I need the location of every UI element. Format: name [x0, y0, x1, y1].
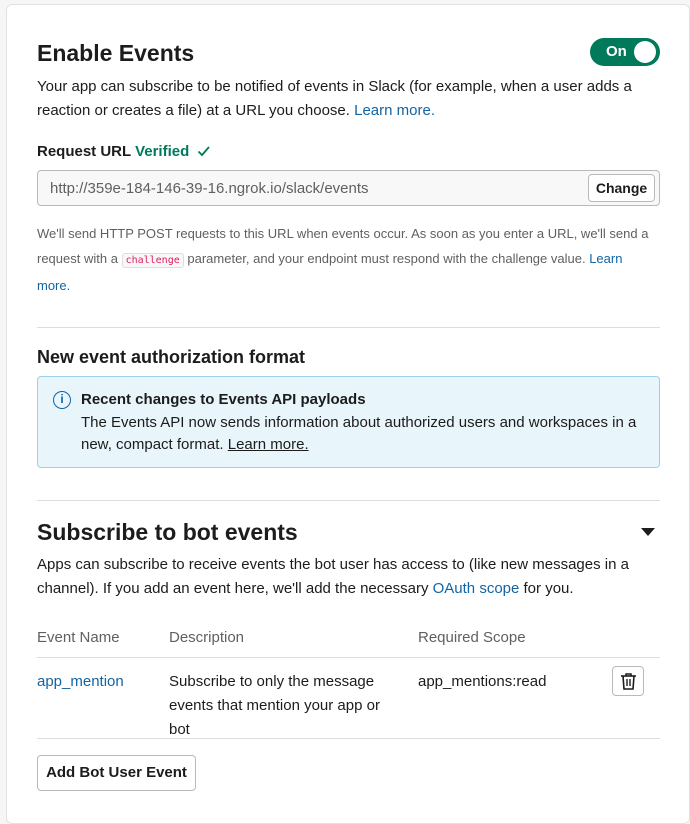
event-name-link[interactable]: app_mention: [37, 670, 124, 694]
divider: [37, 500, 660, 501]
request-url-value: http://359e-184-146-39-16.ngrok.io/slack…: [50, 180, 369, 197]
bot-events-desc-end: for you.: [523, 580, 574, 597]
toggle-knob: [634, 41, 656, 63]
banner-learn-more[interactable]: Learn more.: [228, 436, 309, 453]
toggle-label: On: [606, 43, 627, 60]
auth-format-title: New event authorization format: [37, 347, 306, 367]
banner-text: The Events API now sends information abo…: [81, 412, 641, 456]
oauth-scope-link[interactable]: OAuth scope: [433, 580, 520, 597]
column-header-required-scope: Required Scope: [418, 629, 526, 646]
request-url-label: Request URL: [37, 143, 131, 160]
info-icon: i: [53, 391, 71, 409]
verified-status: Verified: [135, 143, 190, 160]
column-header-event-name: Event Name: [37, 629, 120, 646]
delete-event-button[interactable]: [612, 666, 644, 696]
divider: [37, 327, 660, 328]
bot-events-description: Apps can subscribe to receive events the…: [37, 553, 659, 601]
description-text: Your app can subscribe to be notified of…: [37, 78, 632, 119]
add-bot-user-event-button[interactable]: Add Bot User Event: [37, 755, 196, 791]
bot-events-title: Subscribe to bot events: [37, 519, 298, 545]
event-scope: app_mentions:read: [418, 673, 547, 690]
info-banner: i Recent changes to Events API payloads …: [37, 376, 660, 468]
banner-title: Recent changes to Events API payloads: [81, 391, 366, 408]
request-url-field: http://359e-184-146-39-16.ngrok.io/slack…: [37, 170, 660, 206]
table-divider: [37, 738, 660, 739]
request-url-help: We'll send HTTP POST requests to this UR…: [37, 221, 659, 298]
column-header-description: Description: [169, 629, 245, 646]
enable-events-title: Enable Events: [37, 40, 195, 66]
trash-icon: [620, 672, 637, 695]
event-subscriptions-card: Enable Events On Your app can subscribe …: [6, 4, 690, 824]
table-divider: [37, 657, 660, 658]
help-text-2: parameter, and your endpoint must respon…: [187, 251, 586, 266]
challenge-code: challenge: [121, 253, 184, 268]
change-url-button[interactable]: Change: [588, 174, 655, 202]
enable-events-description: Your app can subscribe to be notified of…: [37, 75, 659, 123]
checkmark-icon: [197, 144, 211, 161]
learn-more-link[interactable]: Learn more.: [354, 102, 435, 119]
enable-events-toggle[interactable]: On: [590, 38, 660, 66]
collapse-caret-icon[interactable]: [641, 528, 655, 536]
request-url-label-row: Request URL Verified: [37, 143, 659, 161]
event-description: Subscribe to only the message events tha…: [169, 673, 380, 738]
banner-body: The Events API now sends information abo…: [81, 414, 637, 453]
